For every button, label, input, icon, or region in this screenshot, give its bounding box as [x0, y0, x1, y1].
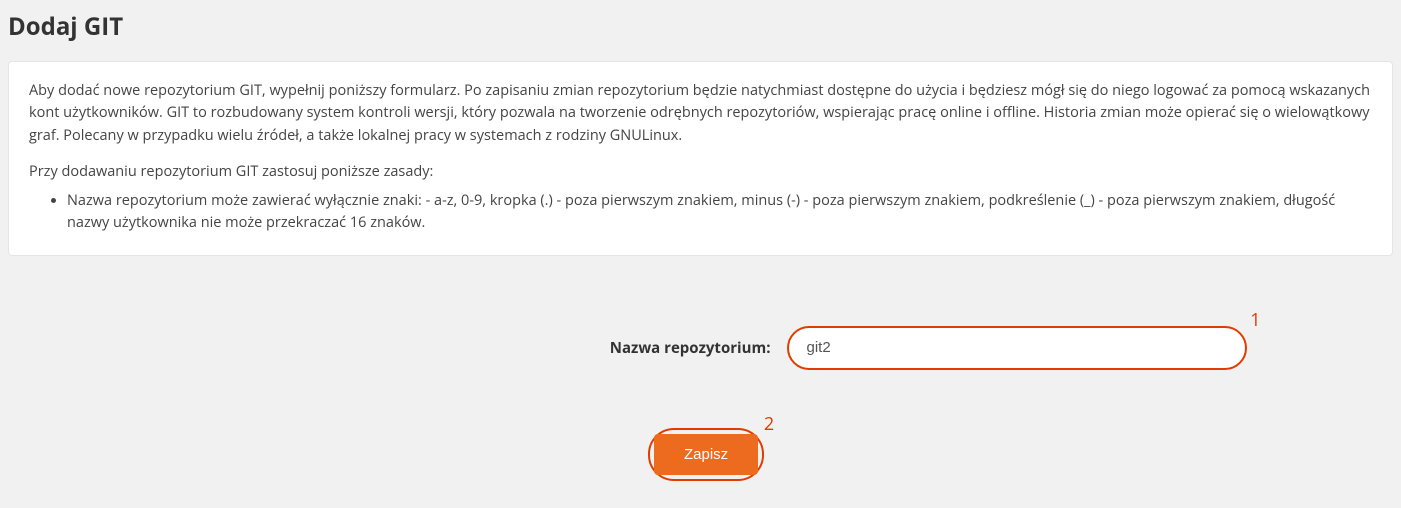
info-paragraph-1: Aby dodać nowe repozytorium GIT, wypełni…: [29, 80, 1372, 147]
form-area: Nazwa repozytorium: 1 Zapisz 2: [0, 296, 1401, 501]
save-button-wrap: Zapisz 2: [648, 428, 764, 481]
repo-name-label: Nazwa repozytorium:: [155, 338, 787, 358]
repo-name-row: Nazwa repozytorium: 1: [0, 326, 1401, 370]
info-rule-item: Nazwa repozytorium może zawierać wyłączn…: [67, 190, 1372, 235]
info-panel: Aby dodać nowe repozytorium GIT, wypełni…: [8, 61, 1393, 256]
page-title: Dodaj GIT: [0, 0, 1401, 61]
annotation-1: 1: [1250, 308, 1260, 332]
repo-name-input-wrap: 1: [787, 326, 1247, 370]
button-row: Zapisz 2: [0, 428, 1401, 481]
info-paragraph-2: Przy dodawaniu repozytorium GIT zastosuj…: [29, 161, 1372, 183]
repo-name-input[interactable]: [787, 326, 1247, 370]
annotation-2: 2: [764, 412, 774, 436]
save-button[interactable]: Zapisz: [654, 434, 758, 475]
info-rules-list: Nazwa repozytorium może zawierać wyłączn…: [29, 190, 1372, 235]
